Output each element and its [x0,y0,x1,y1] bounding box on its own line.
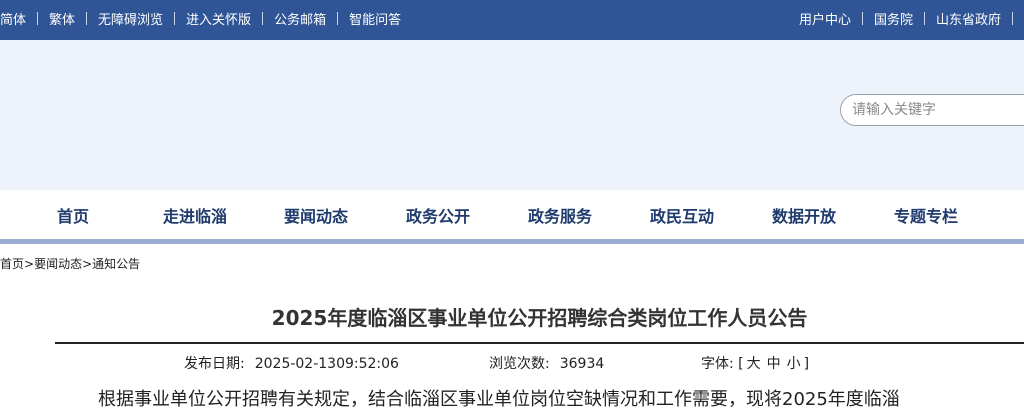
link-care-version[interactable]: 进入关怀版 [186,9,251,28]
article-body: 根据事业单位公开招聘有关规定，结合临淄区事业单位岗位空缺情况和工作需要，现将20… [98,389,900,410]
font-size-medium[interactable]: 中 [767,356,781,372]
link-state-council[interactable]: 国务院 [874,9,913,28]
breadcrumb-news[interactable]: 要闻动态 [34,257,82,271]
nav-underline [0,239,1024,244]
font-size-large[interactable]: 大 [747,356,761,372]
font-bracket-close: ] [803,356,810,372]
divider [861,11,863,25]
divider [262,11,264,25]
nav-item-gov-services[interactable]: 政务服务 [510,203,610,227]
link-user-center[interactable]: 用户中心 [799,9,851,28]
link-shandong-gov[interactable]: 山东省政府 [936,9,1001,28]
font-size-small[interactable]: 小 [787,356,801,372]
divider [86,11,88,25]
publish-date: 发布日期: 2025-02-1309:52:06 [184,353,399,373]
publish-date-value: 2025-02-1309:52:06 [254,356,399,372]
breadcrumb-home[interactable]: 首页 [0,257,24,271]
search-box[interactable] [840,94,1024,126]
nav-item-news[interactable]: 要闻动态 [266,203,366,227]
link-traditional[interactable]: 繁体 [49,9,75,28]
divider [923,11,925,25]
link-simplified[interactable]: 简体 [0,9,26,28]
breadcrumb-separator: > [82,257,93,271]
article-title: 2025年度临淄区事业单位公开招聘综合类岗位工作人员公告 [271,306,808,330]
breadcrumb-notices[interactable]: 通知公告 [92,257,140,271]
link-smart-qa[interactable]: 智能问答 [349,9,401,28]
nav-item-open-data[interactable]: 数据开放 [754,203,854,227]
search-input[interactable] [852,100,1024,120]
view-count-value: 36934 [559,356,605,372]
link-official-mail[interactable]: 公务邮箱 [274,9,326,28]
top-bar-right-links: 用户中心 国务院 山东省政府 [799,0,1024,36]
top-bar: 简体 繁体 无障碍浏览 进入关怀版 公务邮箱 智能问答 用户中心 国务院 山东省… [0,0,1024,40]
divider [337,11,339,25]
breadcrumb: 首页>要闻动态>通知公告 [0,255,140,272]
main-nav: 首页 走进临淄 要闻动态 政务公开 政务服务 政民互动 数据开放 专题专栏 齐 [0,190,1024,238]
publish-date-label: 发布日期: [184,356,245,372]
font-bracket-open: [ [738,356,744,372]
title-divider [55,342,1024,344]
divider [174,11,176,25]
nav-item-about-linzi[interactable]: 走进临淄 [145,203,245,227]
font-size-switcher: 字体: [大中小] [701,353,809,373]
top-bar-left-links: 简体 繁体 无障碍浏览 进入关怀版 公务邮箱 智能问答 [0,0,401,36]
nav-item-home[interactable]: 首页 [23,203,123,227]
font-size-label: 字体: [701,356,734,372]
view-count: 浏览次数: 36934 [489,353,604,373]
nav-item-more[interactable]: 齐 [998,203,1024,227]
breadcrumb-separator: > [24,257,35,271]
link-accessibility[interactable]: 无障碍浏览 [98,9,163,28]
nav-item-special-topics[interactable]: 专题专栏 [876,203,976,227]
nav-item-interaction[interactable]: 政民互动 [632,203,732,227]
nav-item-gov-affairs[interactable]: 政务公开 [388,203,488,227]
divider [37,11,39,25]
view-count-label: 浏览次数: [489,356,550,372]
divider [1012,11,1013,25]
